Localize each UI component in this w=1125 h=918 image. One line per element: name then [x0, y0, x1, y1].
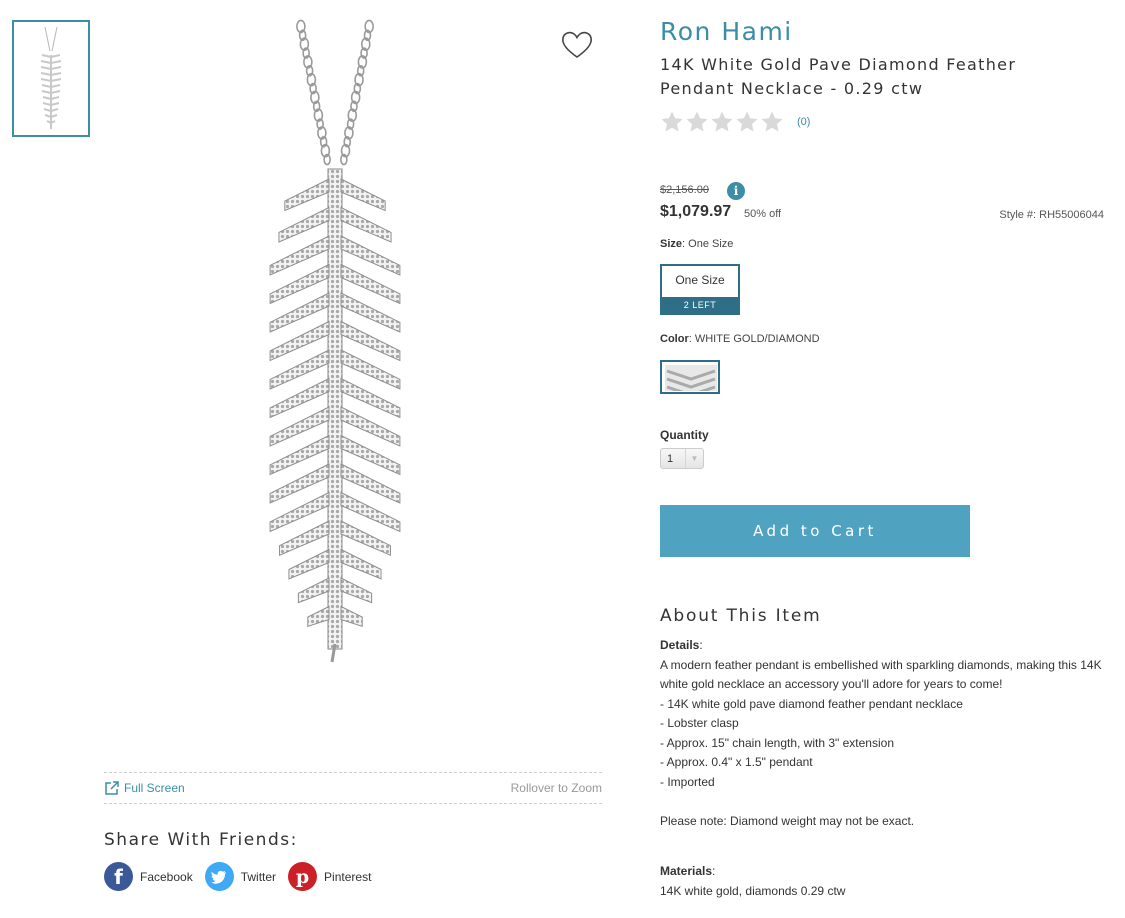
star-icon: [661, 111, 683, 132]
materials-label: Materials: [660, 864, 713, 878]
share-links: f Facebook Twitter p Pinterest: [104, 862, 371, 891]
color-swatch-white-gold[interactable]: [660, 360, 720, 397]
details-heading: Details:: [660, 636, 1110, 656]
facebook-icon: f: [104, 862, 133, 891]
size-label: Size: [660, 238, 683, 250]
materials-heading: Materials:: [660, 862, 1110, 882]
details-spacer: [660, 831, 1110, 862]
share-title: Share With Friends:: [104, 830, 298, 850]
discount-label: 50% off: [744, 208, 782, 220]
brand-link[interactable]: Ron Hami: [660, 17, 793, 46]
diamond-weight-note: Please note: Diamond weight may not be e…: [660, 813, 915, 828]
materials-colon: :: [712, 864, 716, 878]
feather-thumbnail-image: [40, 26, 62, 129]
about-title: About This Item: [660, 606, 822, 626]
materials-value: 14K white gold, diamonds 0.29 ctw: [660, 883, 846, 898]
details-label: Details: [660, 638, 700, 652]
share-facebook-label: Facebook: [140, 869, 193, 884]
details-bullet: - Lobster clasp: [660, 716, 739, 730]
gallery-toolbar: Full Screen Rollover to Zoom: [104, 772, 602, 804]
original-price: $2,156.00: [660, 184, 709, 196]
style-number: Style #: RH55006044: [999, 209, 1104, 221]
full-screen-label: Full Screen: [124, 781, 185, 795]
sale-price: $1,079.97: [660, 203, 732, 220]
feather-pendant-image: [269, 19, 401, 663]
quantity-value: 1: [667, 452, 674, 465]
share-twitter-label: Twitter: [240, 869, 277, 884]
add-to-cart-button[interactable]: Add to Cart: [660, 505, 970, 557]
size-value: One Size: [688, 238, 734, 250]
star-icon: [686, 111, 708, 132]
twitter-icon: [204, 862, 234, 891]
wishlist-heart-icon[interactable]: [560, 30, 594, 60]
details-bullet: - 14K white gold pave diamond feather pe…: [660, 696, 963, 711]
review-count-link[interactable]: (0): [797, 116, 810, 128]
size-option-button[interactable]: One Size 2 LEFT: [660, 264, 740, 315]
quantity-label: Quantity: [660, 428, 709, 442]
rating-stars[interactable]: [660, 110, 784, 134]
star-icon: [711, 111, 733, 132]
quantity-select[interactable]: 1 ▼: [660, 448, 704, 469]
external-link-icon: [105, 781, 119, 795]
color-row: Color: WHITE GOLD/DIAMOND: [660, 333, 820, 345]
share-pinterest-label: Pinterest: [324, 869, 372, 884]
star-icon: [736, 111, 758, 132]
details-description: A modern feather pendant is embellished …: [660, 657, 1102, 692]
item-details: Details: A modern feather pendant is emb…: [660, 636, 1110, 901]
product-thumbnail[interactable]: [12, 20, 90, 137]
size-row: Size: One Size: [660, 238, 733, 250]
pinterest-icon: p: [288, 862, 318, 891]
stock-badge: 2 LEFT: [662, 297, 738, 313]
details-colon: :: [699, 638, 703, 652]
details-bullet: - Approx. 15" chain length, with 3" exte…: [660, 735, 894, 750]
full-screen-link[interactable]: Full Screen: [104, 780, 185, 796]
details-bullet: - Approx. 0.4" x 1.5" pendant: [660, 755, 813, 769]
color-label: Color: [660, 333, 689, 345]
details-bullet: - Imported: [660, 774, 715, 789]
size-option-label: One Size: [675, 273, 725, 287]
product-title: 14K White Gold Pave Diamond Feather Pend…: [660, 55, 1017, 98]
rollover-zoom-hint: Rollover to Zoom: [510, 781, 602, 795]
feather-swatch-image: [665, 365, 717, 397]
share-pinterest[interactable]: p Pinterest: [288, 862, 371, 891]
color-value: WHITE GOLD/DIAMOND: [694, 333, 820, 345]
star-icon: [761, 111, 783, 132]
price-info-icon[interactable]: i: [727, 182, 745, 200]
share-facebook[interactable]: f Facebook: [104, 862, 193, 891]
main-product-image[interactable]: [100, 14, 600, 754]
chevron-down-icon: ▼: [685, 449, 703, 468]
share-twitter[interactable]: Twitter: [204, 862, 277, 891]
details-spacer: [660, 792, 1110, 812]
